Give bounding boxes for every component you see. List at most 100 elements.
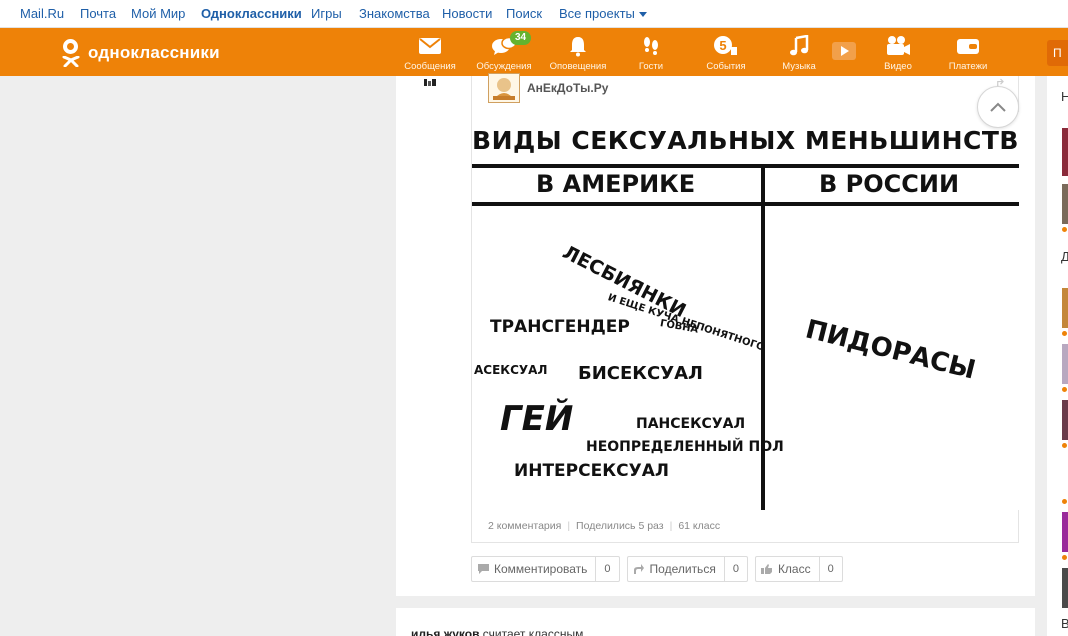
portal-topbar: Mail.Ru Почта Мой Мир Одноклассники Игры… xyxy=(0,0,1068,28)
topnav-all-projects[interactable]: Все проекты xyxy=(559,6,647,21)
topnav-link-games[interactable]: Игры xyxy=(311,6,342,21)
stats-likes[interactable]: 61 класс xyxy=(678,520,720,532)
nav-notifications[interactable]: Оповещения xyxy=(546,28,610,76)
group-header[interactable]: АнЕкДоТы.Ру xyxy=(488,72,608,104)
stats-comments[interactable]: 2 комментария xyxy=(488,520,561,532)
meme-divider-top xyxy=(472,164,1019,168)
discussions-badge: 34 xyxy=(510,31,532,45)
music-note-icon xyxy=(786,35,812,57)
sidebar-thumbnail[interactable] xyxy=(1062,512,1068,552)
sidebar-thumbnail[interactable] xyxy=(1062,184,1068,224)
comment-button[interactable]: Комментировать 0 xyxy=(471,556,620,582)
nav-notifications-label: Оповещения xyxy=(549,61,607,72)
meme-word-gay: ГЕЙ xyxy=(500,399,574,439)
nav-video[interactable]: Видео xyxy=(866,28,930,76)
nav-events-label: События xyxy=(706,61,746,72)
nav-payments-label: Платежи xyxy=(948,61,988,72)
right-sidebar: Н Д В xyxy=(1047,76,1068,636)
next-post-author[interactable]: илья жуков xyxy=(411,627,479,636)
meme-col-left: В АМЕРИКЕ xyxy=(536,170,696,198)
sidebar-thumbnail[interactable] xyxy=(1062,568,1068,608)
meme-word-pansexual: ПАНСЕКСУАЛ xyxy=(636,416,746,432)
like-button-label: Класс xyxy=(777,562,811,576)
svg-text:5: 5 xyxy=(719,38,726,53)
meme-word-russia: ПИДОРАСЫ xyxy=(802,314,979,386)
nav-messages[interactable]: Сообщения xyxy=(398,28,462,76)
sidebar-thumbnail[interactable] xyxy=(1062,288,1068,328)
nav-discussions[interactable]: 34 Обсуждения xyxy=(472,28,536,76)
post-author-avatar[interactable] xyxy=(410,76,446,86)
sidebar-thumbnail[interactable] xyxy=(1062,128,1068,176)
online-dot xyxy=(1062,387,1067,392)
group-avatar[interactable] xyxy=(488,73,520,103)
group-name[interactable]: АнЕкДоТы.Ру xyxy=(527,81,608,95)
nav-events[interactable]: 5 События xyxy=(694,28,758,76)
meme-word-bisexual: БИСЕКСУАЛ xyxy=(578,363,703,384)
footprints-icon xyxy=(638,35,664,57)
next-post-action: считает классным xyxy=(482,627,584,636)
nav-guests-label: Гости xyxy=(638,61,664,72)
sidebar-heading-1[interactable]: Н xyxy=(1061,89,1068,104)
all-projects-label: Все проекты xyxy=(559,6,635,21)
topnav-link-news[interactable]: Новости xyxy=(442,6,492,21)
comment-bubble-icon xyxy=(472,563,494,575)
online-dot xyxy=(1062,443,1067,448)
topnav-link-mailru[interactable]: Mail.Ru xyxy=(20,6,64,21)
caret-down-icon xyxy=(638,12,647,18)
post-stats: 2 комментария | Поделились 5 раз | 61 класс xyxy=(488,520,721,532)
nav-music-label: Музыка xyxy=(782,61,816,72)
feed-post-card-next: илья жуков считает классным xyxy=(396,608,1035,636)
chevron-up-icon xyxy=(990,102,1006,112)
ok-header: одноклассники Сообщения 34 Обсуждения Оп… xyxy=(0,28,1068,76)
meme-col-right: В РОССИИ xyxy=(819,170,960,198)
envelope-icon xyxy=(417,35,443,57)
online-dot xyxy=(1062,499,1067,504)
online-dot xyxy=(1062,227,1067,232)
topnav-link-search[interactable]: Поиск xyxy=(506,6,542,21)
meme-image[interactable]: ВИДЫ СЕКСУАЛЬНЫХ МЕНЬШИНСТВ В АМЕРИКЕ В … xyxy=(472,112,1019,510)
like-button[interactable]: Класс 0 xyxy=(754,556,843,582)
meme-word-transgender: ТРАНСГЕНДЕР xyxy=(490,317,630,337)
bell-icon xyxy=(565,35,591,57)
post-actions: Комментировать 0 Поделиться 0 Класс 0 xyxy=(471,556,850,582)
header-right-button-label: П xyxy=(1053,46,1062,60)
nav-music[interactable]: Музыка xyxy=(767,28,831,76)
wallet-icon xyxy=(955,35,981,57)
sidebar-thumbnail[interactable] xyxy=(1062,344,1068,384)
share-count: 0 xyxy=(723,557,747,581)
play-icon[interactable] xyxy=(832,42,856,60)
share-button-label: Поделиться xyxy=(649,562,716,576)
logo-text: одноклассники xyxy=(88,43,220,62)
nav-discussions-label: Обсуждения xyxy=(476,61,532,72)
online-dot xyxy=(1062,555,1067,560)
feed-post-card: АнЕкДоТы.Ру ↱ ВИДЫ СЕКСУАЛЬНЫХ МЕНЬШИНСТ… xyxy=(396,73,1035,596)
sidebar-thumbnail[interactable] xyxy=(1062,400,1068,440)
ok-logo-icon xyxy=(60,38,82,68)
stats-shares[interactable]: Поделились 5 раз xyxy=(576,520,664,532)
share-button[interactable]: Поделиться 0 xyxy=(626,556,748,582)
meme-word-undefined: НЕОПРЕДЕЛЕННЫЙ ПОЛ xyxy=(586,439,784,455)
comment-count: 0 xyxy=(595,557,618,581)
topnav-link-ok[interactable]: Одноклассники xyxy=(201,6,302,21)
meme-word-asexual: АСЕКСУАЛ xyxy=(474,363,548,377)
topnav-link-dating[interactable]: Знакомства xyxy=(359,6,430,21)
ok-logo[interactable]: одноклассники xyxy=(60,38,220,68)
thumbs-up-icon xyxy=(756,563,778,575)
nav-guests[interactable]: Гости xyxy=(619,28,683,76)
nav-messages-label: Сообщения xyxy=(404,61,456,72)
topnav-link-myworld[interactable]: Мой Мир xyxy=(131,6,185,21)
sidebar-heading-2[interactable]: Д xyxy=(1061,249,1068,264)
sidebar-heading-3[interactable]: В xyxy=(1061,616,1068,631)
meme-divider-vertical xyxy=(761,164,765,510)
topnav-link-mail[interactable]: Почта xyxy=(80,6,116,21)
scroll-to-top-button[interactable] xyxy=(977,86,1019,128)
camera-icon xyxy=(885,35,911,57)
nav-payments[interactable]: Платежи xyxy=(936,28,1000,76)
five-plus-icon: 5 xyxy=(713,35,739,57)
header-right-button[interactable]: П xyxy=(1047,40,1068,66)
meme-title: ВИДЫ СЕКСУАЛЬНЫХ МЕНЬШИНСТВ xyxy=(472,126,1019,155)
meme-divider-mid xyxy=(472,202,1019,206)
share-icon xyxy=(628,563,650,575)
reposted-content: АнЕкДоТы.Ру ↱ ВИДЫ СЕКСУАЛЬНЫХ МЕНЬШИНСТ… xyxy=(471,73,1019,543)
nav-video-label: Видео xyxy=(884,61,912,72)
